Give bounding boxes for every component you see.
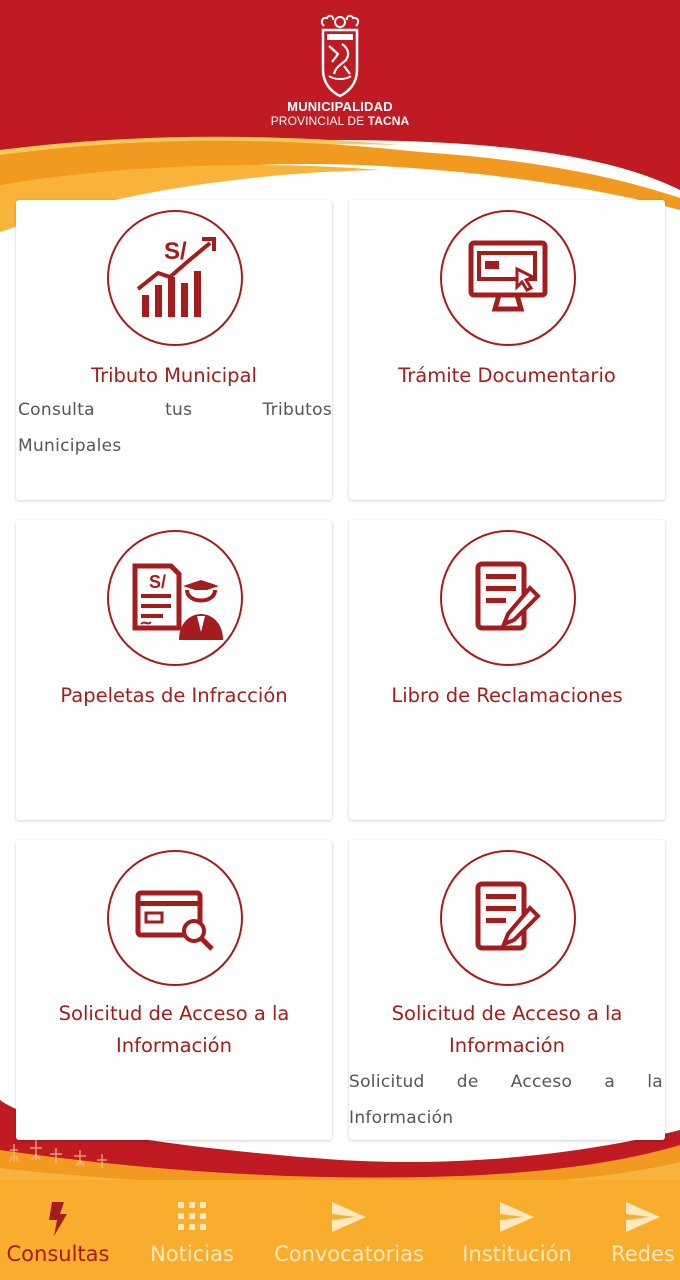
nav-label: Consultas [6,1242,110,1266]
grid-icon [178,1202,206,1230]
card-papeletas-infraccion[interactable]: S/ Papeletas de Infracción [16,520,332,820]
computer-monitor-icon [468,240,548,312]
card-libro-reclamaciones[interactable]: Libro de Reclamaciones [349,520,665,820]
description-word: la [647,1072,663,1092]
description-word: tus [165,400,193,420]
description-word: a [604,1072,616,1092]
description-word: Acceso [510,1072,573,1092]
send-icon [626,1202,660,1232]
send-icon [332,1202,366,1232]
logo-line2-prefix: PROVINCIAL DE [270,114,368,128]
card-title: Libro de Reclamaciones [391,684,623,707]
description-word: Tributos [262,400,332,420]
card-icon-circle [440,530,576,666]
document-edit-icon [475,881,541,951]
coat-of-arms-icon [320,14,360,98]
card-tramite-documentario[interactable]: Trámite Documentario [349,200,665,500]
svg-text:S/: S/ [164,238,187,265]
svg-text:S/: S/ [149,572,166,592]
card-title: Trámite Documentario [398,364,616,387]
description-word: de [456,1072,479,1092]
logo-title-line1: MUNICIPALIDAD [287,99,393,114]
card-icon-circle: S/ [107,530,243,666]
card-icon-circle: S/ [107,210,243,346]
nav-label: Noticias [150,1242,234,1266]
description-word: Consulta [18,400,95,420]
logo-title-line2: PROVINCIAL DE TACNA [270,114,410,128]
card-solicitud-acceso-2[interactable]: Solicitud de Acceso a la Información Sol… [349,840,665,1140]
card-icon-circle [440,850,576,986]
send-icon [500,1202,534,1232]
card-solicitud-acceso-1[interactable]: Solicitud de Acceso a la Información [16,840,332,1140]
card-icon-circle [107,850,243,986]
municipality-logo: MUNICIPALIDAD PROVINCIAL DE TACNA [270,14,410,128]
card-title: Solicitud de Acceso a la Información [391,1002,623,1057]
card-tributo-municipal[interactable]: S/ Tributo Municipal Consulta tus Tribut… [16,200,332,500]
card-description-line1: Solicitud de Acceso a la [349,1064,663,1100]
traffic-ticket-officer-icon: S/ [132,563,223,640]
tax-growth-chart-icon: S/ [136,237,216,317]
card-icon-circle [440,210,576,346]
card-title: Tributo Municipal [91,364,257,387]
nav-item-noticias[interactable]: Noticias [134,1180,250,1280]
card-title: Papeletas de Infracción [60,684,288,707]
nav-label: Convocatorias [274,1242,424,1266]
card-description-line1: Consulta tus Tributos [18,392,332,428]
card-search-icon [135,890,214,951]
lightning-icon [49,1202,67,1236]
nav-item-redes[interactable]: Redes [606,1180,680,1280]
nav-label: Redes [611,1242,675,1266]
logo-line2-bold: TACNA [367,114,410,128]
document-edit-icon [475,561,541,631]
nav-label: Institución [462,1242,572,1266]
card-description-line2: Información [349,1108,454,1128]
card-description-line2: Municipales [18,436,122,456]
card-title: Solicitud de Acceso a la Información [58,1002,290,1057]
nav-item-convocatorias[interactable]: Convocatorias [270,1180,428,1280]
nav-item-consultas[interactable]: Consultas [0,1180,116,1280]
description-word: Solicitud [349,1072,425,1092]
card-description: Solicitud de Acceso a la Información [349,1064,663,1136]
bottom-navigation: Consultas Noticias Convocatorias Institu… [0,1180,680,1280]
nav-item-institucion[interactable]: Institución [456,1180,578,1280]
card-description: Consulta tus Tributos Municipales [18,392,332,464]
